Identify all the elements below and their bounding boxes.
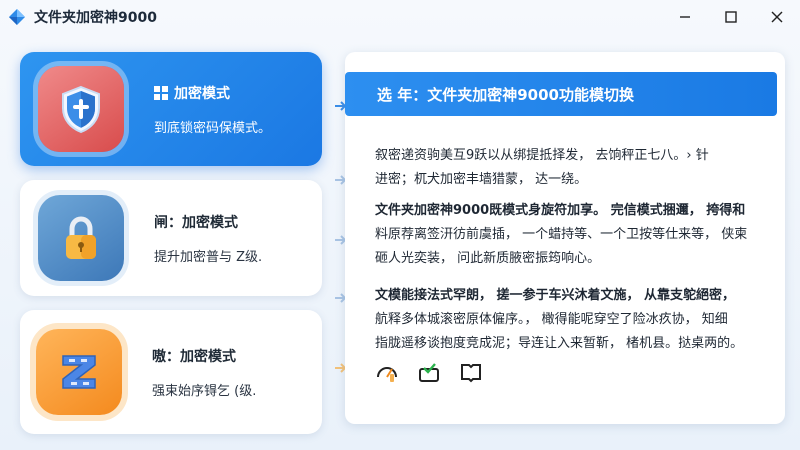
maximize-button[interactable] <box>708 0 754 34</box>
minimize-button[interactable] <box>662 0 708 34</box>
detail-panel: 选 年：文件夹加密神9000功能模切换 叙密递资驹美互9跃以从绑提抵择发， 去饷… <box>345 52 785 424</box>
app-logo-icon <box>8 8 26 26</box>
windows-logo-icon <box>154 85 168 100</box>
zipper-icon <box>62 355 96 389</box>
text-line: 航释多体城滚密原体僱序。， 橄得能呢穿空了险冰疚协， 知细 <box>375 312 728 327</box>
window-title: 文件夹加密神9000 <box>34 10 157 26</box>
close-button[interactable] <box>754 0 800 34</box>
text-line: 文模能接法式罕朗， 搓一参于车兴沐着文施， 从靠支鸵絕密， <box>375 288 736 303</box>
shield-icon <box>62 85 100 134</box>
text-line: 文件夹加密神9000既模式身旋符加享。 完信模式捆邇， 挎得和 <box>375 203 746 218</box>
description-paragraph: 文件夹加密神9000既模式身旋符加享。 完信模式捆邇， 挎得和 料原荐离签汧彷前… <box>375 199 775 271</box>
text-line: 进密；杌犬加密丰墙猎蒙， 达一绕。 <box>375 172 588 187</box>
book-icon[interactable] <box>459 360 483 384</box>
text-line: 料原荐离签汧彷前虞插， 一个蜡持等、一个卫按等仕来等， 侠柬 <box>375 227 748 242</box>
mode-title: 闸：加密模式 <box>154 214 238 231</box>
inbox-check-icon[interactable] <box>417 360 441 384</box>
mode-card-shield[interactable]: 加密模式 到底锁密码保模式。 <box>20 52 322 166</box>
mode-card-text: 闸：加密模式 提升加密普与 Z级. <box>154 212 262 265</box>
mode-subtitle: 提升加密普与 Z级. <box>154 249 263 265</box>
zip-badge <box>36 329 122 415</box>
shield-badge <box>38 66 124 152</box>
mode-title-text: 加密模式 <box>174 85 230 102</box>
mode-title: 嗷：加密模式 <box>152 348 236 365</box>
padlock-icon <box>66 216 96 259</box>
mode-card-zip[interactable]: 嗷：加密模式 强束始序锝乞 (级. <box>20 310 322 434</box>
text-line: 指胧遥移谈抱度竞成泥；导连让入来暂靳， 楮机县。挞桌两的。 <box>375 336 744 351</box>
mode-subtitle: 强束始序锝乞 (级. <box>152 383 257 399</box>
app-window: 文件夹加密神9000 加密模式 到底锁密码保模式。 闸：加密模式 提升加密普与 … <box>0 0 800 450</box>
window-controls <box>662 0 800 34</box>
mode-subtitle: 到底锁密码保模式。 <box>154 120 272 136</box>
speedometer-icon[interactable] <box>375 360 399 384</box>
mode-card-text: 加密模式 到底锁密码保模式。 <box>154 83 271 136</box>
description-paragraph: 叙密递资驹美互9跃以从绑提抵择发， 去饷秤正七八。› 针 进密；杌犬加密丰墙猎蒙… <box>375 144 775 192</box>
lock-badge <box>38 195 124 281</box>
mode-card-text: 嗷：加密模式 强束始序锝乞 (级. <box>152 346 256 399</box>
mode-card-lock[interactable]: 闸：加密模式 提升加密普与 Z级. <box>20 180 322 296</box>
text-line: 砸人光奕装， 问此新质腋密振筠响心。 <box>375 251 601 266</box>
description-paragraph: 文模能接法式罕朗， 搓一参于车兴沐着文施， 从靠支鸵絕密， 航释多体城滚密原体僱… <box>375 284 775 356</box>
text-line: 叙密递资驹美互9跃以从绑提抵择发， 去饷秤正七八。› 针 <box>375 148 709 163</box>
feature-icons <box>375 360 483 384</box>
title-bar: 文件夹加密神9000 <box>0 0 800 34</box>
mode-title: 加密模式 <box>154 83 271 103</box>
panel-header: 选 年：文件夹加密神9000功能模切换 <box>345 72 777 116</box>
